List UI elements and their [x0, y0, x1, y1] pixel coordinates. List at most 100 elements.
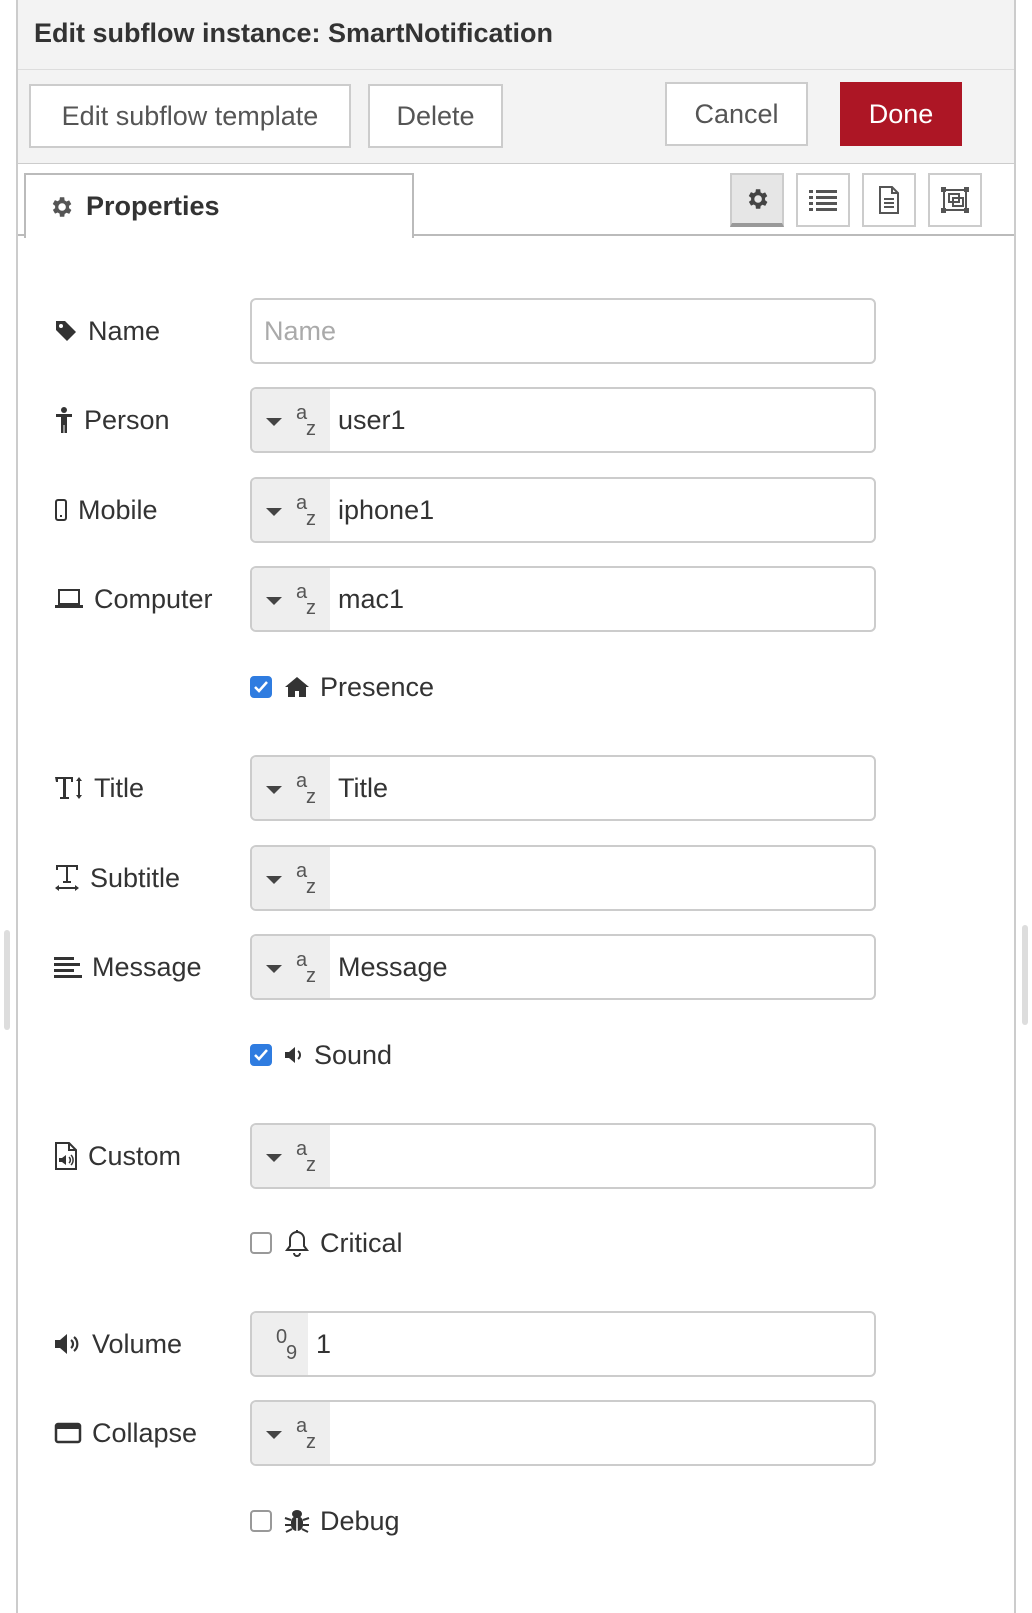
- tag-icon: [56, 321, 76, 341]
- name-input[interactable]: [252, 300, 874, 362]
- custom-label: Custom: [54, 1123, 181, 1189]
- text-height-icon: [55, 777, 82, 799]
- person-field[interactable]: az user1: [250, 387, 876, 453]
- volume-value[interactable]: 1: [308, 1329, 331, 1360]
- volume-up-icon: [55, 1334, 79, 1354]
- left-scrollbar[interactable]: [4, 930, 10, 1030]
- type-selector[interactable]: az: [252, 936, 330, 998]
- type-selector[interactable]: az: [252, 1402, 330, 1464]
- laptop-icon: [55, 589, 83, 608]
- title-row: Title az Title: [18, 755, 1014, 821]
- mobile-label: Mobile: [54, 477, 158, 543]
- caret-down-icon: [266, 418, 282, 426]
- type-selector[interactable]: az: [252, 757, 330, 819]
- caret-down-icon: [266, 1431, 282, 1439]
- collapse-label: Collapse: [54, 1400, 197, 1466]
- mobile-row: Mobile az iphone1: [18, 477, 1014, 543]
- debug-row: Debug: [18, 1488, 1014, 1554]
- tab-bar: Properties: [18, 164, 1014, 238]
- checkmark-icon: [254, 681, 268, 693]
- person-value[interactable]: user1: [330, 405, 406, 436]
- mobile-field[interactable]: az iphone1: [250, 477, 876, 543]
- computer-label: Computer: [54, 566, 213, 632]
- caret-down-icon: [266, 965, 282, 973]
- mobile-value[interactable]: iphone1: [330, 495, 434, 526]
- gear-icon: [748, 189, 768, 209]
- person-row: Person az user1: [18, 387, 1014, 453]
- critical-checkbox[interactable]: [250, 1232, 272, 1254]
- volume-row: Volume 09 1: [18, 1311, 1014, 1377]
- dialog-toolbar: Edit subflow template Delete Cancel Done: [18, 70, 1014, 164]
- sound-row: Sound: [18, 1022, 1014, 1088]
- type-selector[interactable]: az: [252, 847, 330, 909]
- audio-file-icon: [55, 1142, 77, 1170]
- dialog-title: Edit subflow instance: SmartNotification: [34, 18, 554, 48]
- title-label: Title: [54, 755, 144, 821]
- align-left-icon: [54, 957, 82, 978]
- message-value[interactable]: Message: [330, 952, 448, 983]
- volume-field[interactable]: 09 1: [250, 1311, 876, 1377]
- collapse-field[interactable]: az: [250, 1400, 876, 1466]
- subtitle-label: Subtitle: [54, 845, 180, 911]
- cancel-button[interactable]: Cancel: [665, 82, 808, 146]
- document-icon: [879, 186, 899, 214]
- debug-checkbox[interactable]: [250, 1510, 272, 1532]
- sound-checkbox[interactable]: [250, 1044, 272, 1066]
- message-label: Message: [54, 934, 202, 1000]
- type-selector[interactable]: az: [252, 389, 330, 451]
- type-selector[interactable]: az: [252, 1125, 330, 1187]
- volume-label: Volume: [54, 1311, 182, 1377]
- caret-down-icon: [266, 508, 282, 516]
- tab-description[interactable]: [862, 173, 916, 227]
- debug-checkbox-row[interactable]: Debug: [250, 1488, 400, 1554]
- tab-properties-label: Properties: [86, 191, 220, 221]
- name-label: Name: [54, 298, 160, 364]
- critical-checkbox-row[interactable]: Critical: [250, 1210, 403, 1276]
- checkmark-icon: [254, 1049, 268, 1061]
- name-row: Name: [18, 298, 1014, 364]
- delete-button[interactable]: Delete: [368, 84, 503, 148]
- caret-down-icon: [266, 876, 282, 884]
- type-selector[interactable]: az: [252, 479, 330, 541]
- mobile-icon: [55, 499, 67, 521]
- name-field[interactable]: [250, 298, 876, 364]
- caret-down-icon: [266, 597, 282, 605]
- home-icon: [285, 677, 309, 697]
- done-button[interactable]: Done: [840, 82, 962, 146]
- tab-properties[interactable]: Properties: [24, 173, 414, 238]
- computer-value[interactable]: mac1: [330, 584, 404, 615]
- volume-down-icon: [285, 1047, 301, 1063]
- type-selector[interactable]: az: [252, 568, 330, 630]
- tab-settings[interactable]: [730, 173, 784, 227]
- tab-appearance[interactable]: [928, 173, 982, 227]
- appearance-icon: [941, 187, 969, 213]
- bug-icon: [284, 1510, 310, 1533]
- text-width-icon: [55, 865, 79, 891]
- computer-field[interactable]: az mac1: [250, 566, 876, 632]
- title-field[interactable]: az Title: [250, 755, 876, 821]
- edit-dialog: Edit subflow instance: SmartNotification…: [16, 0, 1016, 1613]
- list-icon: [809, 190, 837, 211]
- message-field[interactable]: az Message: [250, 934, 876, 1000]
- custom-row: Custom az: [18, 1123, 1014, 1189]
- critical-row: Critical: [18, 1210, 1014, 1276]
- subtitle-row: Subtitle az: [18, 845, 1014, 911]
- presence-checkbox[interactable]: [250, 676, 272, 698]
- window-icon: [54, 1422, 82, 1444]
- person-label: Person: [54, 387, 170, 453]
- title-value[interactable]: Title: [330, 773, 388, 804]
- sound-checkbox-row[interactable]: Sound: [250, 1022, 392, 1088]
- person-icon: [56, 407, 72, 433]
- presence-checkbox-row[interactable]: Presence: [250, 654, 434, 720]
- custom-field[interactable]: az: [250, 1123, 876, 1189]
- dialog-titlebar: Edit subflow instance: SmartNotification: [18, 0, 1014, 70]
- gear-icon: [52, 196, 72, 217]
- edit-subflow-template-button[interactable]: Edit subflow template: [29, 84, 351, 148]
- message-row: Message az Message: [18, 934, 1014, 1000]
- tab-list[interactable]: [796, 173, 850, 227]
- presence-row: Presence: [18, 654, 1014, 720]
- number-type-selector[interactable]: 09: [252, 1313, 308, 1375]
- caret-down-icon: [266, 1154, 282, 1162]
- right-scrollbar[interactable]: [1022, 925, 1028, 1025]
- subtitle-field[interactable]: az: [250, 845, 876, 911]
